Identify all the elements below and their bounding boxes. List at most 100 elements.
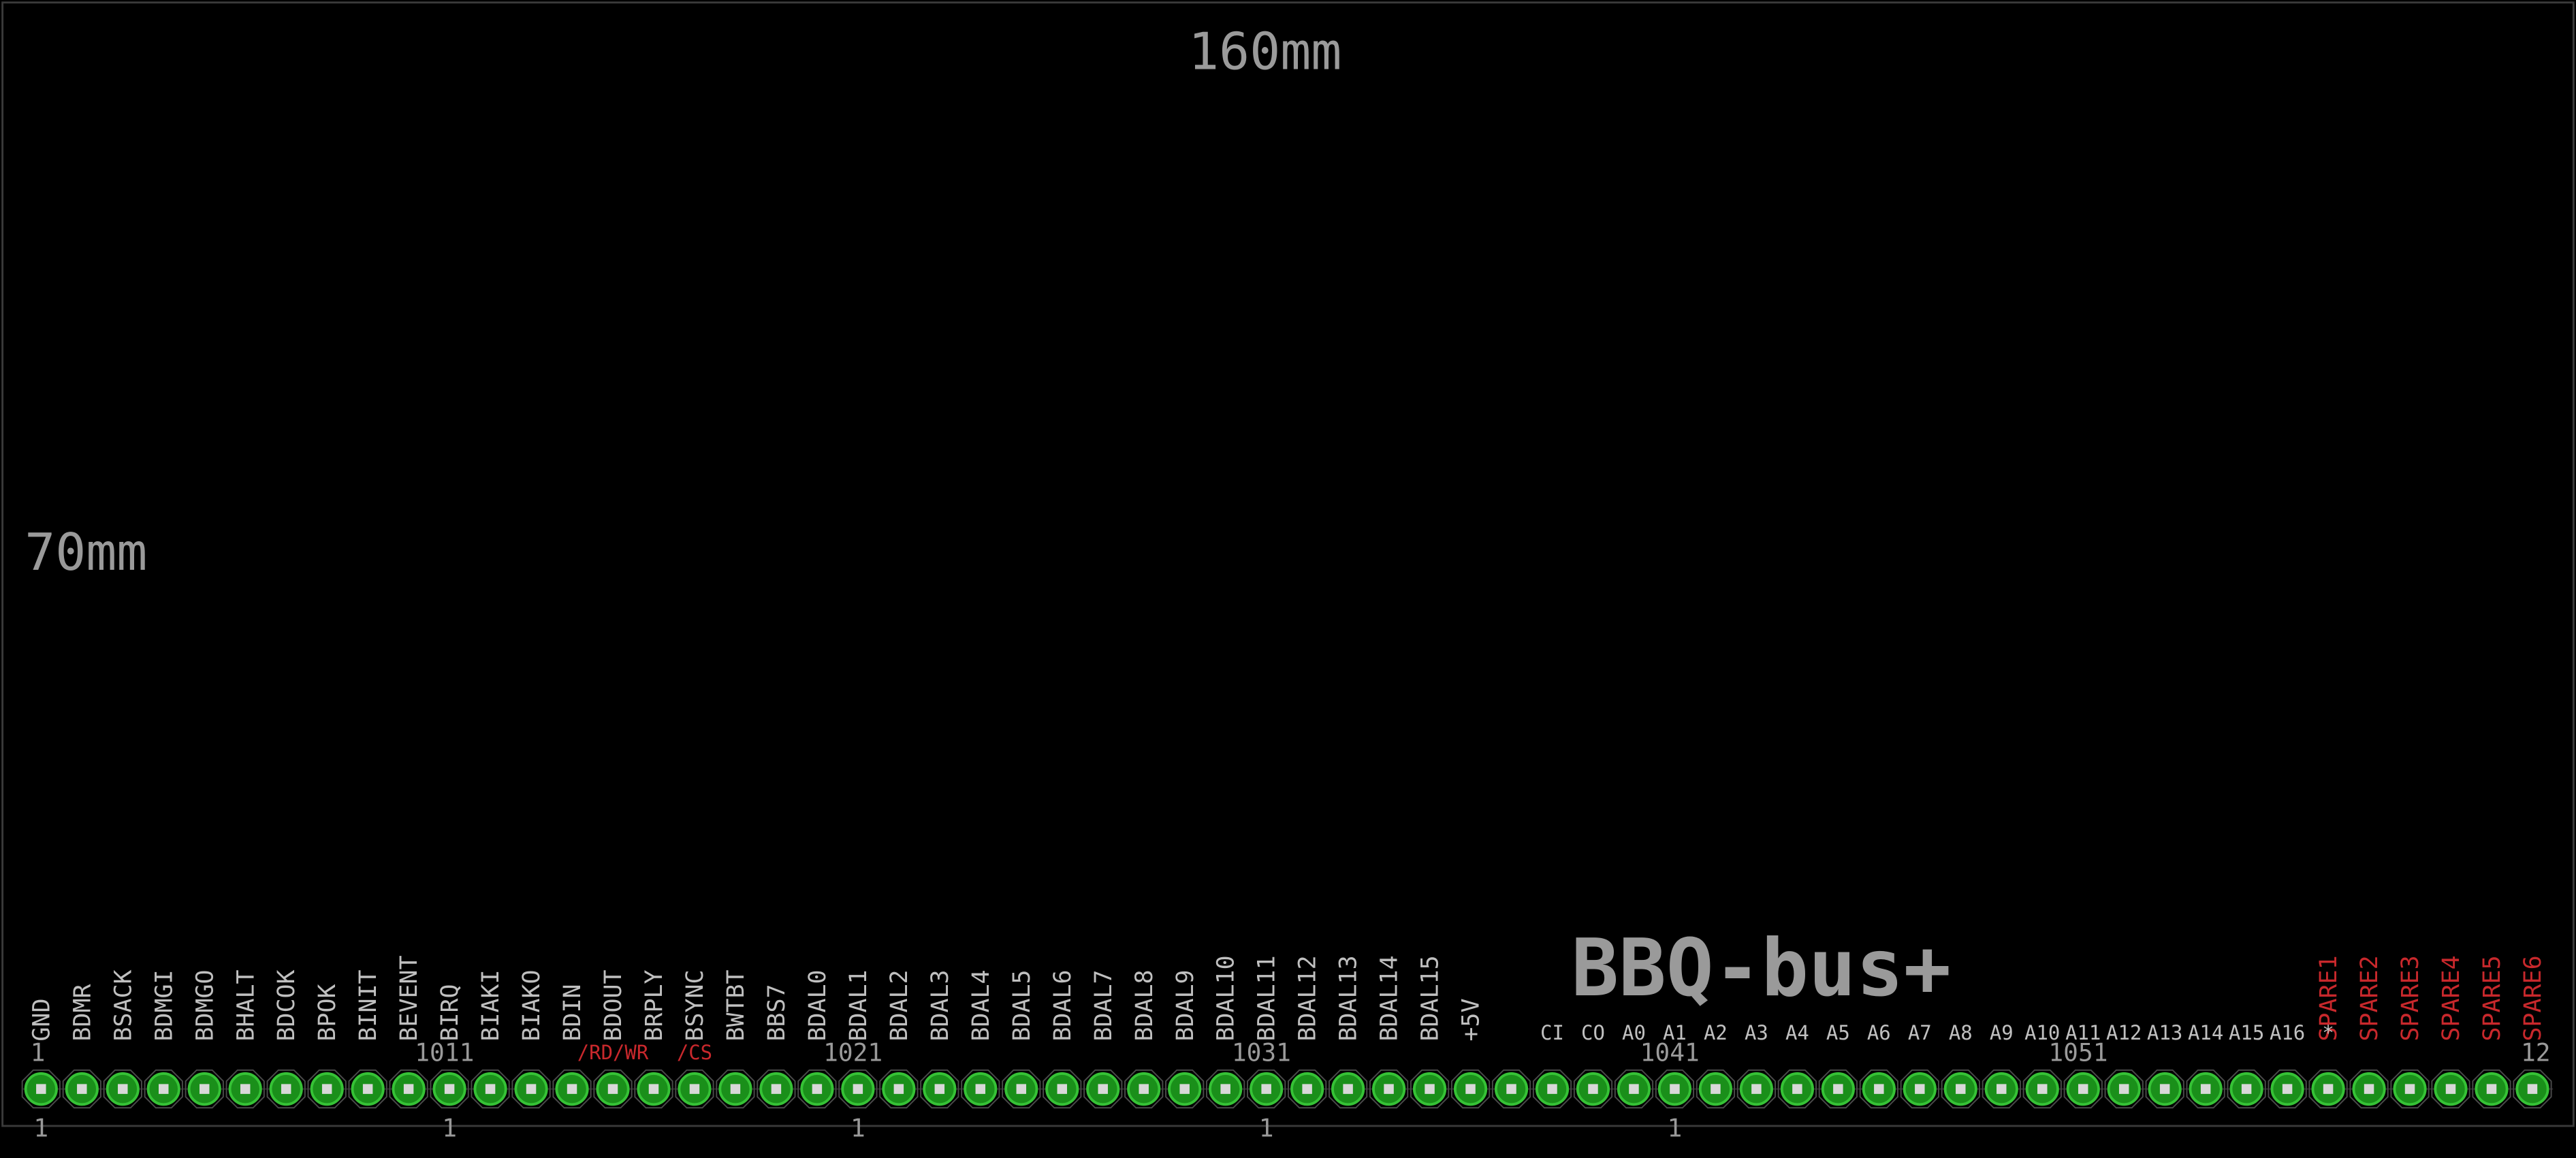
connector-pad xyxy=(920,1069,959,1109)
connector-pad xyxy=(2308,1069,2348,1109)
connector-pad xyxy=(2186,1069,2225,1109)
connector-pad xyxy=(471,1069,510,1109)
connector-pad xyxy=(103,1069,142,1109)
first-pin-number: 1 xyxy=(31,1038,46,1067)
address-label: A12 xyxy=(2106,1021,2142,1044)
signal-label: BIAKO xyxy=(518,969,545,1041)
connector-pad xyxy=(1777,1069,1817,1109)
pin-group-start-number: 1 xyxy=(1668,1114,1683,1143)
signal-label: BRPLY xyxy=(641,969,668,1041)
pin-group-end-number: 10 xyxy=(415,1038,445,1067)
connector-pad xyxy=(2063,1069,2103,1109)
address-label: A6 xyxy=(1867,1021,1891,1044)
signal-label: BWTBT xyxy=(722,969,750,1041)
signal-label: SPARE6 xyxy=(2519,955,2547,1041)
signal-label: BDMR xyxy=(69,983,96,1041)
signal-label: BDAL7 xyxy=(1090,969,1117,1041)
signal-label: BDAL5 xyxy=(1008,969,1036,1041)
connector-pad xyxy=(552,1069,592,1109)
signal-label: BDAL14 xyxy=(1376,955,1403,1041)
pin-group-next-number: 21 xyxy=(853,1038,883,1067)
signal-label: BIAKI xyxy=(477,969,505,1041)
signal-label: BDAL9 xyxy=(1172,969,1199,1041)
address-label: A9 xyxy=(1990,1021,2014,1044)
connector-pad xyxy=(1288,1069,1327,1109)
signal-label: SPARE2 xyxy=(2356,955,2383,1041)
signal-label: BDOUT xyxy=(600,969,627,1041)
alternate-signal-label: /RD/WR xyxy=(577,1041,649,1064)
alternate-signal-label: /CS xyxy=(677,1041,712,1064)
connector-pad xyxy=(2472,1069,2511,1109)
pin-group-next-number: 51 xyxy=(2078,1038,2108,1067)
signal-label: BSYNC xyxy=(682,969,709,1041)
connector-pad xyxy=(1124,1069,1164,1109)
address-label: A3 xyxy=(1745,1021,1768,1044)
signal-label: GND xyxy=(28,998,55,1041)
connector-pad xyxy=(961,1069,1000,1109)
signal-label: BDAL3 xyxy=(927,969,954,1041)
signal-label: BDCOK xyxy=(273,969,300,1041)
signal-label: BDAL12 xyxy=(1294,955,1322,1041)
connector-pad xyxy=(1328,1069,1368,1109)
address-label: A14 xyxy=(2188,1021,2223,1044)
signal-label: BDMGI xyxy=(150,969,178,1041)
signal-label: BDAL11 xyxy=(1254,955,1281,1041)
alternate-signal-labels: /RD/WR/CS xyxy=(577,1041,712,1064)
signal-label: BHALT xyxy=(232,969,259,1041)
signal-label: BINIT xyxy=(355,969,382,1041)
signal-label: BDMGO xyxy=(191,969,219,1041)
signal-label: BBS7 xyxy=(763,984,791,1041)
connector-pad xyxy=(2227,1069,2266,1109)
connector-pad xyxy=(2390,1069,2430,1109)
connector-pad xyxy=(2104,1069,2144,1109)
signal-label: BSACK xyxy=(110,969,137,1041)
pin-group-end-number: 10 xyxy=(1232,1038,1262,1067)
signal-label: BDAL8 xyxy=(1131,969,1158,1041)
connector-pad xyxy=(2145,1069,2184,1109)
signal-label: SPARE4 xyxy=(2438,955,2465,1041)
connector-pad xyxy=(266,1069,306,1109)
connector-pad xyxy=(185,1069,224,1109)
connector-pad xyxy=(2513,1069,2552,1109)
connector-pad xyxy=(1369,1069,1409,1109)
signal-label: BDAL1 xyxy=(845,969,872,1041)
address-label: A13 xyxy=(2147,1021,2182,1044)
signal-label: BDAL10 xyxy=(1213,955,1240,1041)
pin-group-next-number: 41 xyxy=(1670,1038,1700,1067)
last-pin-number: 12 xyxy=(2521,1038,2551,1067)
connector-pad xyxy=(757,1069,796,1109)
pin-group-end-number: 10 xyxy=(823,1038,853,1067)
connector-pad xyxy=(389,1069,428,1109)
signal-label: BDAL6 xyxy=(1049,969,1077,1041)
address-label: A5 xyxy=(1826,1021,1850,1044)
board-width-dimension: 160mm xyxy=(1188,22,1341,81)
address-label: A4 xyxy=(1785,1021,1809,1044)
address-label: CO xyxy=(1581,1021,1605,1044)
connector-pad xyxy=(1450,1069,1491,1109)
pin-group-start-number: 1 xyxy=(33,1114,48,1143)
address-label: A2 xyxy=(1704,1021,1728,1044)
signal-label: BDIN xyxy=(559,984,586,1041)
connector-pad xyxy=(797,1069,837,1109)
connector-pad xyxy=(2431,1069,2470,1109)
connector-pad xyxy=(1982,1069,2021,1109)
connector-pad xyxy=(1900,1069,1939,1109)
pin-group-next-number: 31 xyxy=(1261,1038,1291,1067)
signal-label: BIRQ xyxy=(436,984,464,1041)
signal-label: BDAL4 xyxy=(968,969,995,1041)
pin-group-end-number: 10 xyxy=(1640,1038,1670,1067)
signal-label: +5V xyxy=(1458,998,1485,1041)
connector-pad xyxy=(348,1069,387,1109)
connector-pad xyxy=(1818,1069,1858,1109)
connector-pad xyxy=(1002,1069,1041,1109)
address-label: A7 xyxy=(1908,1021,1932,1044)
connector-pad xyxy=(838,1069,878,1109)
connector-pad xyxy=(2268,1069,2307,1109)
address-label: A8 xyxy=(1949,1021,1973,1044)
connector-pad xyxy=(879,1069,919,1109)
pcb-board-view: 160mm 70mm BBQ-bus+ GND BDMR BSACK BDMGI BDM… xyxy=(0,0,2576,1158)
connector-pad xyxy=(1859,1069,1898,1109)
signal-label: BDAL2 xyxy=(886,969,913,1041)
connector-pad xyxy=(593,1069,633,1109)
connector-pad xyxy=(1573,1069,1613,1109)
